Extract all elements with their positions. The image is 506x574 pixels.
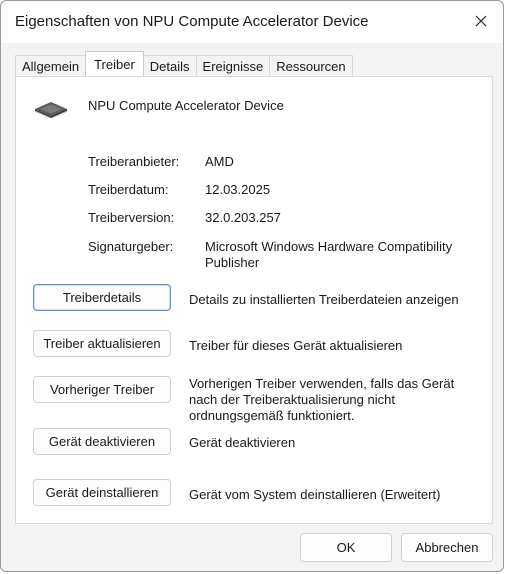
- tab-treiber[interactable]: Treiber: [85, 51, 144, 76]
- roll-back-driver-description: Vorherigen Treiber verwenden, falls das …: [189, 376, 455, 423]
- driver-date-label: Treiberdatum:: [88, 182, 169, 197]
- driver-details-description: Details zu installierten Treiberdateien …: [189, 292, 459, 307]
- disable-device-description: Gerät deaktivieren: [189, 435, 296, 450]
- tab-ereignisse[interactable]: Ereignisse: [195, 55, 271, 76]
- roll-back-driver-button[interactable]: Vorheriger Treiber: [33, 376, 171, 403]
- digital-signer-label: Signaturgeber:: [88, 239, 174, 254]
- update-driver-button[interactable]: Treiber aktualisieren: [33, 330, 171, 357]
- uninstall-device-description: Gerät vom System deinstallieren (Erweite…: [189, 487, 441, 502]
- close-button[interactable]: [459, 1, 503, 41]
- close-icon: [475, 15, 487, 27]
- driver-version-value: 32.0.203.257: [205, 210, 281, 225]
- driver-tab-panel: NPU Compute Accelerator Device Treiberan…: [15, 76, 493, 524]
- cancel-button[interactable]: Abbrechen: [401, 533, 493, 562]
- tab-ressourcen[interactable]: Ressourcen: [269, 55, 353, 76]
- uninstall-device-button[interactable]: Gerät deinstallieren: [33, 479, 171, 506]
- chip-icon: [35, 102, 67, 119]
- properties-dialog: Eigenschaften von NPU Compute Accelerato…: [0, 0, 504, 572]
- window-title: Eigenschaften von NPU Compute Accelerato…: [15, 13, 369, 30]
- tab-details[interactable]: Details: [142, 55, 197, 76]
- driver-provider-value: AMD: [205, 154, 234, 169]
- driver-date-value: 12.03.2025: [205, 182, 271, 197]
- tab-allgemein[interactable]: Allgemein: [15, 55, 87, 76]
- driver-details-button[interactable]: Treiberdetails: [33, 284, 171, 311]
- title-bar: Eigenschaften von NPU Compute Accelerato…: [1, 1, 503, 43]
- disable-device-button[interactable]: Gerät deaktivieren: [33, 428, 171, 455]
- update-driver-description: Treiber für dieses Gerät aktualisieren: [189, 338, 403, 353]
- driver-provider-label: Treiberanbieter:: [88, 154, 180, 169]
- digital-signer-value: Microsoft Windows Hardware Compatibility…: [205, 239, 453, 270]
- device-name: NPU Compute Accelerator Device: [88, 98, 284, 113]
- ok-button[interactable]: OK: [300, 533, 392, 562]
- driver-version-label: Treiberversion:: [88, 210, 175, 225]
- tab-strip: Allgemein Treiber Details Ereignisse Res…: [15, 51, 353, 76]
